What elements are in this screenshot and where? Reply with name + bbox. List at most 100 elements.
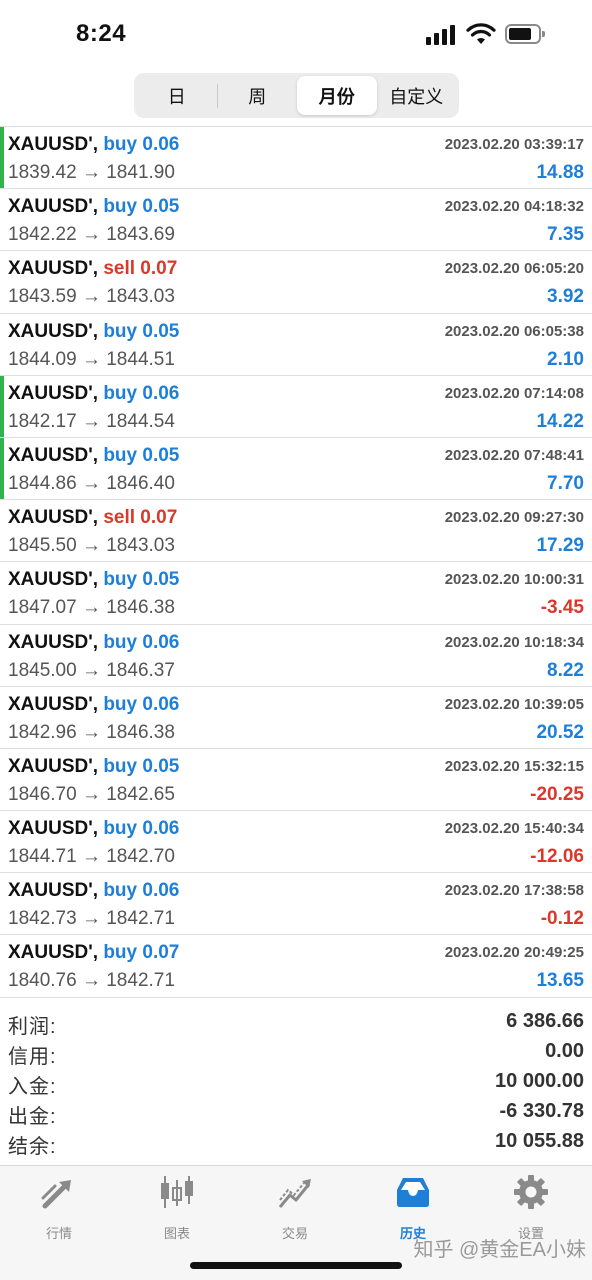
symbol-name: XAUUSD', <box>8 134 99 155</box>
trade-time: 2023.02.20 06:05:38 <box>444 322 584 340</box>
open-marker <box>0 314 4 375</box>
status-bar: 8:24 <box>0 0 592 70</box>
open-marker <box>0 562 4 623</box>
trade-symbol: XAUUSD', buy 0.06 <box>8 694 179 716</box>
trade-row[interactable]: XAUUSD', buy 0.05 2023.02.20 04:18:32 1842… <box>0 189 592 252</box>
trade-row[interactable]: XAUUSD', buy 0.06 2023.02.20 10:39:05 1842… <box>0 687 592 749</box>
summary-label: 信用: <box>8 1046 57 1068</box>
trade-lots: 0.06 <box>142 693 180 715</box>
trade-time: 2023.02.20 20:49:25 <box>444 944 584 962</box>
trade-row[interactable]: XAUUSD', buy 0.07 2023.02.20 20:49:25 1840… <box>0 935 592 998</box>
trade-row[interactable]: XAUUSD', buy 0.06 2023.02.20 07:14:08 1842… <box>0 375 592 438</box>
trade-row[interactable]: XAUUSD', buy 0.06 2023.02.20 03:39:17 1839… <box>0 127 592 190</box>
trade-profit: 7.35 <box>547 224 584 246</box>
trade-time: 2023.02.20 10:00:31 <box>444 571 584 589</box>
trade-row[interactable]: XAUUSD', buy 0.05 2023.02.20 06:05:38 1844… <box>0 314 592 376</box>
symbol-name: XAUUSD', <box>8 382 99 404</box>
symbol-name: XAUUSD', <box>8 320 99 342</box>
trade-side: buy <box>103 196 138 218</box>
symbol-name: XAUUSD', <box>8 507 99 529</box>
symbol-name: XAUUSD', <box>8 942 99 964</box>
trade-lots: 0.05 <box>142 444 180 466</box>
quotes-arrows-icon <box>41 1180 71 1209</box>
trade-symbol: XAUUSD', buy 0.06 <box>8 134 179 156</box>
trade-profit: 2.10 <box>547 348 584 370</box>
trade-row[interactable]: XAUUSD', sell 0.07 2023.02.20 06:05:20 184… <box>0 251 592 314</box>
trade-profit: 13.65 <box>536 970 584 992</box>
trade-lots: 0.06 <box>142 382 180 404</box>
trade-profit: 20.52 <box>536 721 584 743</box>
trade-row[interactable]: XAUUSD', buy 0.05 2023.02.20 07:48:41 1844… <box>0 437 592 501</box>
gear-icon <box>514 1175 548 1209</box>
symbol-name: XAUUSD', <box>8 818 99 840</box>
tabbar-chart[interactable]: 图表 <box>118 1174 236 1244</box>
summary-value: 10 055.88 <box>495 1130 584 1152</box>
trade-side: buy <box>103 320 138 342</box>
trade-row[interactable]: XAUUSD', buy 0.06 2023.02.20 17:38:58 1842… <box>0 873 592 936</box>
symbol-name: XAUUSD', <box>8 444 99 466</box>
trade-lots: 0.07 <box>140 507 178 529</box>
trade-symbol: XAUUSD', sell 0.07 <box>8 258 177 280</box>
trade-symbol: XAUUSD', buy 0.05 <box>8 321 179 343</box>
summary-label: 入金: <box>8 1076 57 1098</box>
trade-lots: 0.06 <box>142 818 180 840</box>
inbox-history-icon <box>397 1178 429 1207</box>
open-marker <box>0 127 4 189</box>
tabbar-label: 行情 <box>45 1226 72 1241</box>
trade-profit: 17.29 <box>536 535 584 557</box>
period-segmented-control: 日 周 月份 自定义 <box>134 73 459 118</box>
open-marker <box>0 375 4 437</box>
trade-lots: 0.05 <box>142 320 180 342</box>
trade-prices: 1842.22 → 1843.69 <box>8 224 175 246</box>
trade-lots: 0.05 <box>142 569 180 591</box>
trade-row[interactable]: XAUUSD', buy 0.06 2023.02.20 15:40:34 1844… <box>0 811 592 874</box>
trade-profit: 14.22 <box>536 410 584 432</box>
trade-row[interactable]: XAUUSD', buy 0.05 2023.02.20 10:00:31 1847… <box>0 562 592 625</box>
trade-prices: 1845.50 → 1843.03 <box>8 535 175 557</box>
symbol-name: XAUUSD', <box>8 196 99 218</box>
open-marker <box>0 251 4 312</box>
trade-time: 2023.02.20 15:32:15 <box>444 757 584 775</box>
trade-side: buy <box>103 693 138 715</box>
trade-symbol: XAUUSD', buy 0.05 <box>8 445 179 467</box>
trade-time: 2023.02.20 07:48:41 <box>444 446 584 464</box>
trade-lots: 0.07 <box>140 258 178 280</box>
tab-day[interactable]: 日 <box>137 76 217 115</box>
tabbar-quotes[interactable]: 行情 <box>0 1174 118 1244</box>
trade-row[interactable]: XAUUSD', buy 0.06 2023.02.20 10:18:34 1845… <box>0 625 592 687</box>
trade-side: buy <box>103 444 138 466</box>
trade-side: sell <box>103 507 136 529</box>
summary-label: 结余: <box>8 1136 57 1158</box>
trade-row[interactable]: XAUUSD', sell 0.07 2023.02.20 09:27:30 184… <box>0 500 592 563</box>
symbol-name: XAUUSD', <box>8 569 99 591</box>
account-summary: 利润: 6 386.66 信用: 0.00 入金: 10 000.00 出金: … <box>0 1008 592 1158</box>
summary-value: 0.00 <box>545 1040 584 1062</box>
open-marker <box>0 935 4 996</box>
summary-value: 6 386.66 <box>506 1010 584 1032</box>
open-marker <box>0 749 4 810</box>
trade-time: 2023.02.20 07:14:08 <box>444 384 584 402</box>
summary-value: 10 000.00 <box>495 1070 584 1092</box>
trade-prices: 1840.76 → 1842.71 <box>8 970 175 992</box>
summary-row-deposit: 入金: 10 000.00 <box>0 1068 592 1098</box>
trade-prices: 1847.07 → 1846.38 <box>8 597 175 619</box>
tab-month[interactable]: 月份 <box>297 76 377 115</box>
trade-prices: 1846.70 → 1842.65 <box>8 783 175 805</box>
trade-side: buy <box>103 880 138 902</box>
trade-lots: 0.06 <box>142 134 180 155</box>
trade-time: 2023.02.20 06:05:20 <box>444 260 584 278</box>
tab-week[interactable]: 周 <box>218 76 298 115</box>
trade-side: buy <box>103 134 138 155</box>
tabbar-trade[interactable]: 交易 <box>236 1174 354 1244</box>
trade-prices: 1839.42 → 1841.90 <box>8 162 175 183</box>
trade-symbol: XAUUSD', buy 0.05 <box>8 756 179 778</box>
open-marker <box>0 811 4 872</box>
trade-time: 2023.02.20 03:39:17 <box>444 136 584 153</box>
open-marker <box>0 873 4 934</box>
trade-row[interactable]: XAUUSD', buy 0.05 2023.02.20 15:32:15 1846… <box>0 749 592 812</box>
open-marker <box>0 189 4 250</box>
summary-row-withdrawal: 出金: -6 330.78 <box>0 1098 592 1128</box>
tab-custom[interactable]: 自定义 <box>377 76 457 115</box>
open-marker <box>0 437 4 500</box>
trade-side: buy <box>103 942 138 964</box>
